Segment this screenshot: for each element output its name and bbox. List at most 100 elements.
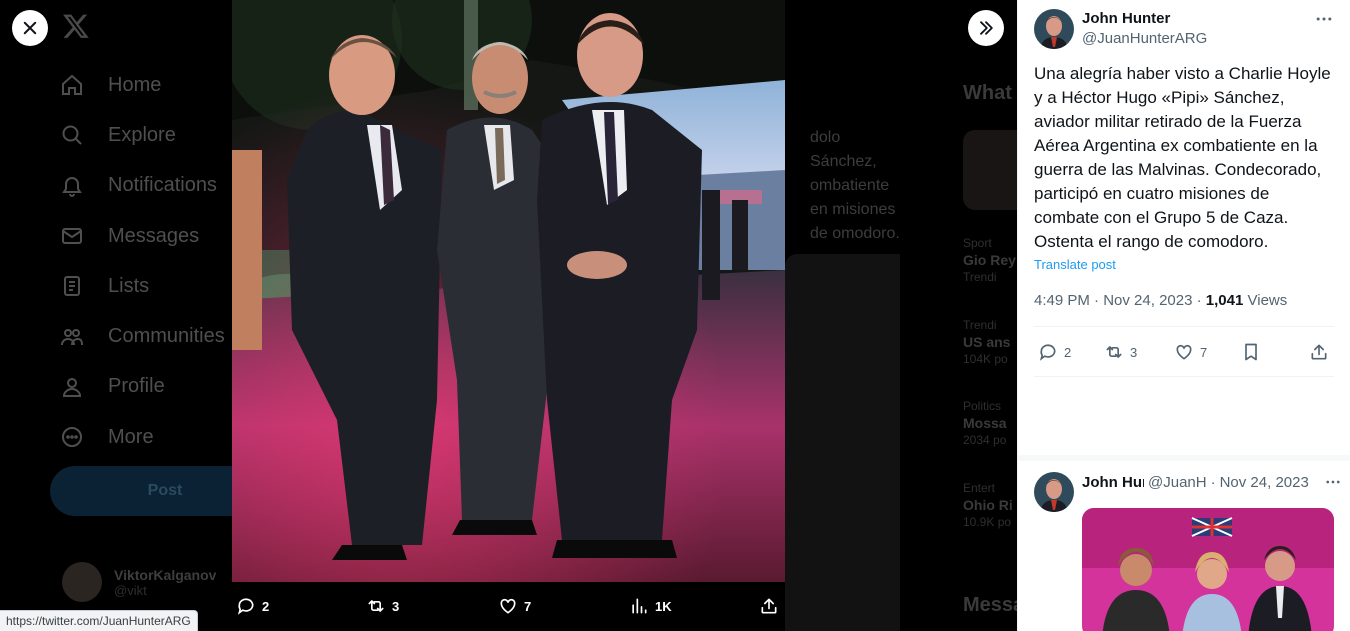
repost-icon <box>1106 346 1122 358</box>
repost-count: 3 <box>1130 344 1138 360</box>
account-name: ViktorKalganov <box>114 566 217 583</box>
reply-author-handle[interactable]: @JuanH <box>1148 473 1207 493</box>
sidebar-item-label: Lists <box>108 274 150 297</box>
reply-date[interactable]: Nov 24, 2023 <box>1220 473 1309 493</box>
like-button[interactable]: 7 <box>1174 336 1207 368</box>
views-count: 1,041 <box>1205 292 1244 309</box>
reply-author-name[interactable]: John Hunter <box>1082 473 1144 493</box>
views-count: 1K <box>655 598 672 614</box>
avatar[interactable] <box>1034 9 1074 49</box>
bookmark-button[interactable] <box>1241 336 1267 368</box>
sidebar-item-more[interactable]: More <box>58 412 225 462</box>
sidebar-item-messages[interactable]: Messages <box>58 211 225 261</box>
author-name: John Hunter <box>1082 10 1171 27</box>
sidebar-item-lists[interactable]: Lists <box>58 261 225 311</box>
sidebar-item-notifications[interactable]: Notifications <box>58 161 225 211</box>
heart-icon <box>500 598 516 614</box>
avatar[interactable] <box>1034 472 1074 512</box>
trend-card-image[interactable] <box>963 130 1017 210</box>
sidebar-item-label: Notifications <box>108 174 217 197</box>
status-bar-url: https://twitter.com/JuanHunterARG <box>0 610 198 631</box>
tweet-action-bar: 2 3 7 <box>1034 336 1334 368</box>
close-button[interactable] <box>12 10 48 46</box>
like-count: 7 <box>1200 344 1208 360</box>
meta-separator: · <box>1210 474 1216 491</box>
reply-button[interactable]: 2 <box>1038 336 1071 368</box>
sidebar-item-communities[interactable]: Communities <box>58 311 225 361</box>
trend-title: Ohio Ri <box>963 497 1013 513</box>
sidebar-item-label: Explore <box>108 123 176 146</box>
double-chevron-right-icon <box>980 21 993 35</box>
trend-item[interactable]: Politics Mossa 2034 po <box>963 399 1017 447</box>
reply-photo[interactable] <box>1082 508 1334 631</box>
more-circle-icon <box>58 423 86 451</box>
trend-item[interactable]: Sport Gio Rey Trendi <box>963 236 1017 284</box>
sidebar-item-label: Messages <box>108 224 200 247</box>
tweet-author[interactable]: John Hunter @JuanHunterARG <box>1034 9 1207 49</box>
like-button[interactable]: 7 <box>498 590 531 622</box>
views-button[interactable]: 1K <box>629 590 672 622</box>
bell-icon <box>58 172 86 200</box>
views-chart-icon <box>632 598 647 614</box>
section-separator <box>1018 455 1350 461</box>
trend-count: 104K po <box>963 352 1008 366</box>
more-options-button[interactable] <box>1312 9 1336 29</box>
whats-happening-heading: What <box>963 82 1012 104</box>
trend-item[interactable]: Trendi US ans 104K po <box>963 318 1017 366</box>
x-logo-icon[interactable] <box>62 12 90 40</box>
list-icon <box>58 272 86 300</box>
sidebar-item-label: Home <box>108 73 162 96</box>
trend-context: Entert <box>963 481 996 495</box>
trend-item[interactable]: Entert Ohio Ri 10.9K po <box>963 481 1017 529</box>
reply-icon <box>237 598 254 615</box>
views-label: Views <box>1247 292 1288 309</box>
tweet-text: Una alegría haber visto a Charlie Hoyle … <box>1034 64 1331 251</box>
trend-title: Mossa <box>963 415 1007 431</box>
translate-post-link[interactable]: Translate post <box>1034 257 1116 272</box>
media-photo[interactable] <box>232 0 785 582</box>
trend-title: US ans <box>963 334 1011 350</box>
more-horizontal-icon <box>1326 480 1340 484</box>
reply-photo-image <box>1082 508 1334 631</box>
author-handle: @JuanHunterARG <box>1082 30 1208 47</box>
reply-header: John Hunter @JuanH · Nov 24, 2023 <box>1082 473 1338 493</box>
trend-count: Trendi <box>963 270 997 284</box>
sidebar-nav: Home Explore Notifications Messages List… <box>58 60 225 462</box>
more-options-button[interactable] <box>1324 473 1342 496</box>
expand-sidebar-button[interactable] <box>968 10 1004 46</box>
trend-context: Sport <box>963 236 992 250</box>
trend-context: Trendi <box>963 318 997 332</box>
sidebar-item-home[interactable]: Home <box>58 60 225 110</box>
meta-separator: · <box>1196 292 1206 309</box>
media-action-bar: 2 3 7 1K <box>232 590 785 622</box>
sidebar-item-explore[interactable]: Explore <box>58 110 225 160</box>
sidebar-item-profile[interactable]: Profile <box>58 362 225 412</box>
more-horizontal-icon <box>1316 17 1332 21</box>
search-icon <box>58 121 86 149</box>
repost-count: 3 <box>392 598 400 614</box>
share-button[interactable] <box>759 590 785 622</box>
account-handle: @vikt <box>114 582 147 598</box>
sidebar-item-label: Communities <box>108 325 225 348</box>
reply-count: 2 <box>1064 344 1072 360</box>
sidebar-item-label: Profile <box>108 375 165 398</box>
photo-image <box>232 0 785 582</box>
bookmark-icon <box>1245 343 1257 361</box>
tweet-time[interactable]: 4:49 PM <box>1034 292 1090 309</box>
messages-drawer-heading[interactable]: Messa <box>963 594 1017 617</box>
timeline-tweet-text: dolo Sánchez, ombatiente en misiones de … <box>810 129 900 242</box>
reply-button[interactable]: 2 <box>236 590 269 622</box>
home-icon <box>58 71 86 99</box>
tweet-date[interactable]: Nov 24, 2023 <box>1103 292 1192 309</box>
share-button[interactable] <box>1309 336 1335 368</box>
divider <box>1034 326 1334 327</box>
divider <box>1034 376 1334 377</box>
trend-title: Gio Rey <box>963 252 1016 268</box>
tweet-detail-panel: John Hunter @JuanHunterARG Una alegría h… <box>1017 0 1350 631</box>
account-switcher[interactable]: ViktorKalganov @vikt ··· <box>62 562 298 602</box>
share-icon <box>1311 344 1327 360</box>
repost-button[interactable]: 3 <box>1104 336 1137 368</box>
repost-button[interactable]: 3 <box>366 590 399 622</box>
mail-icon <box>58 222 86 250</box>
repost-icon <box>368 600 384 612</box>
